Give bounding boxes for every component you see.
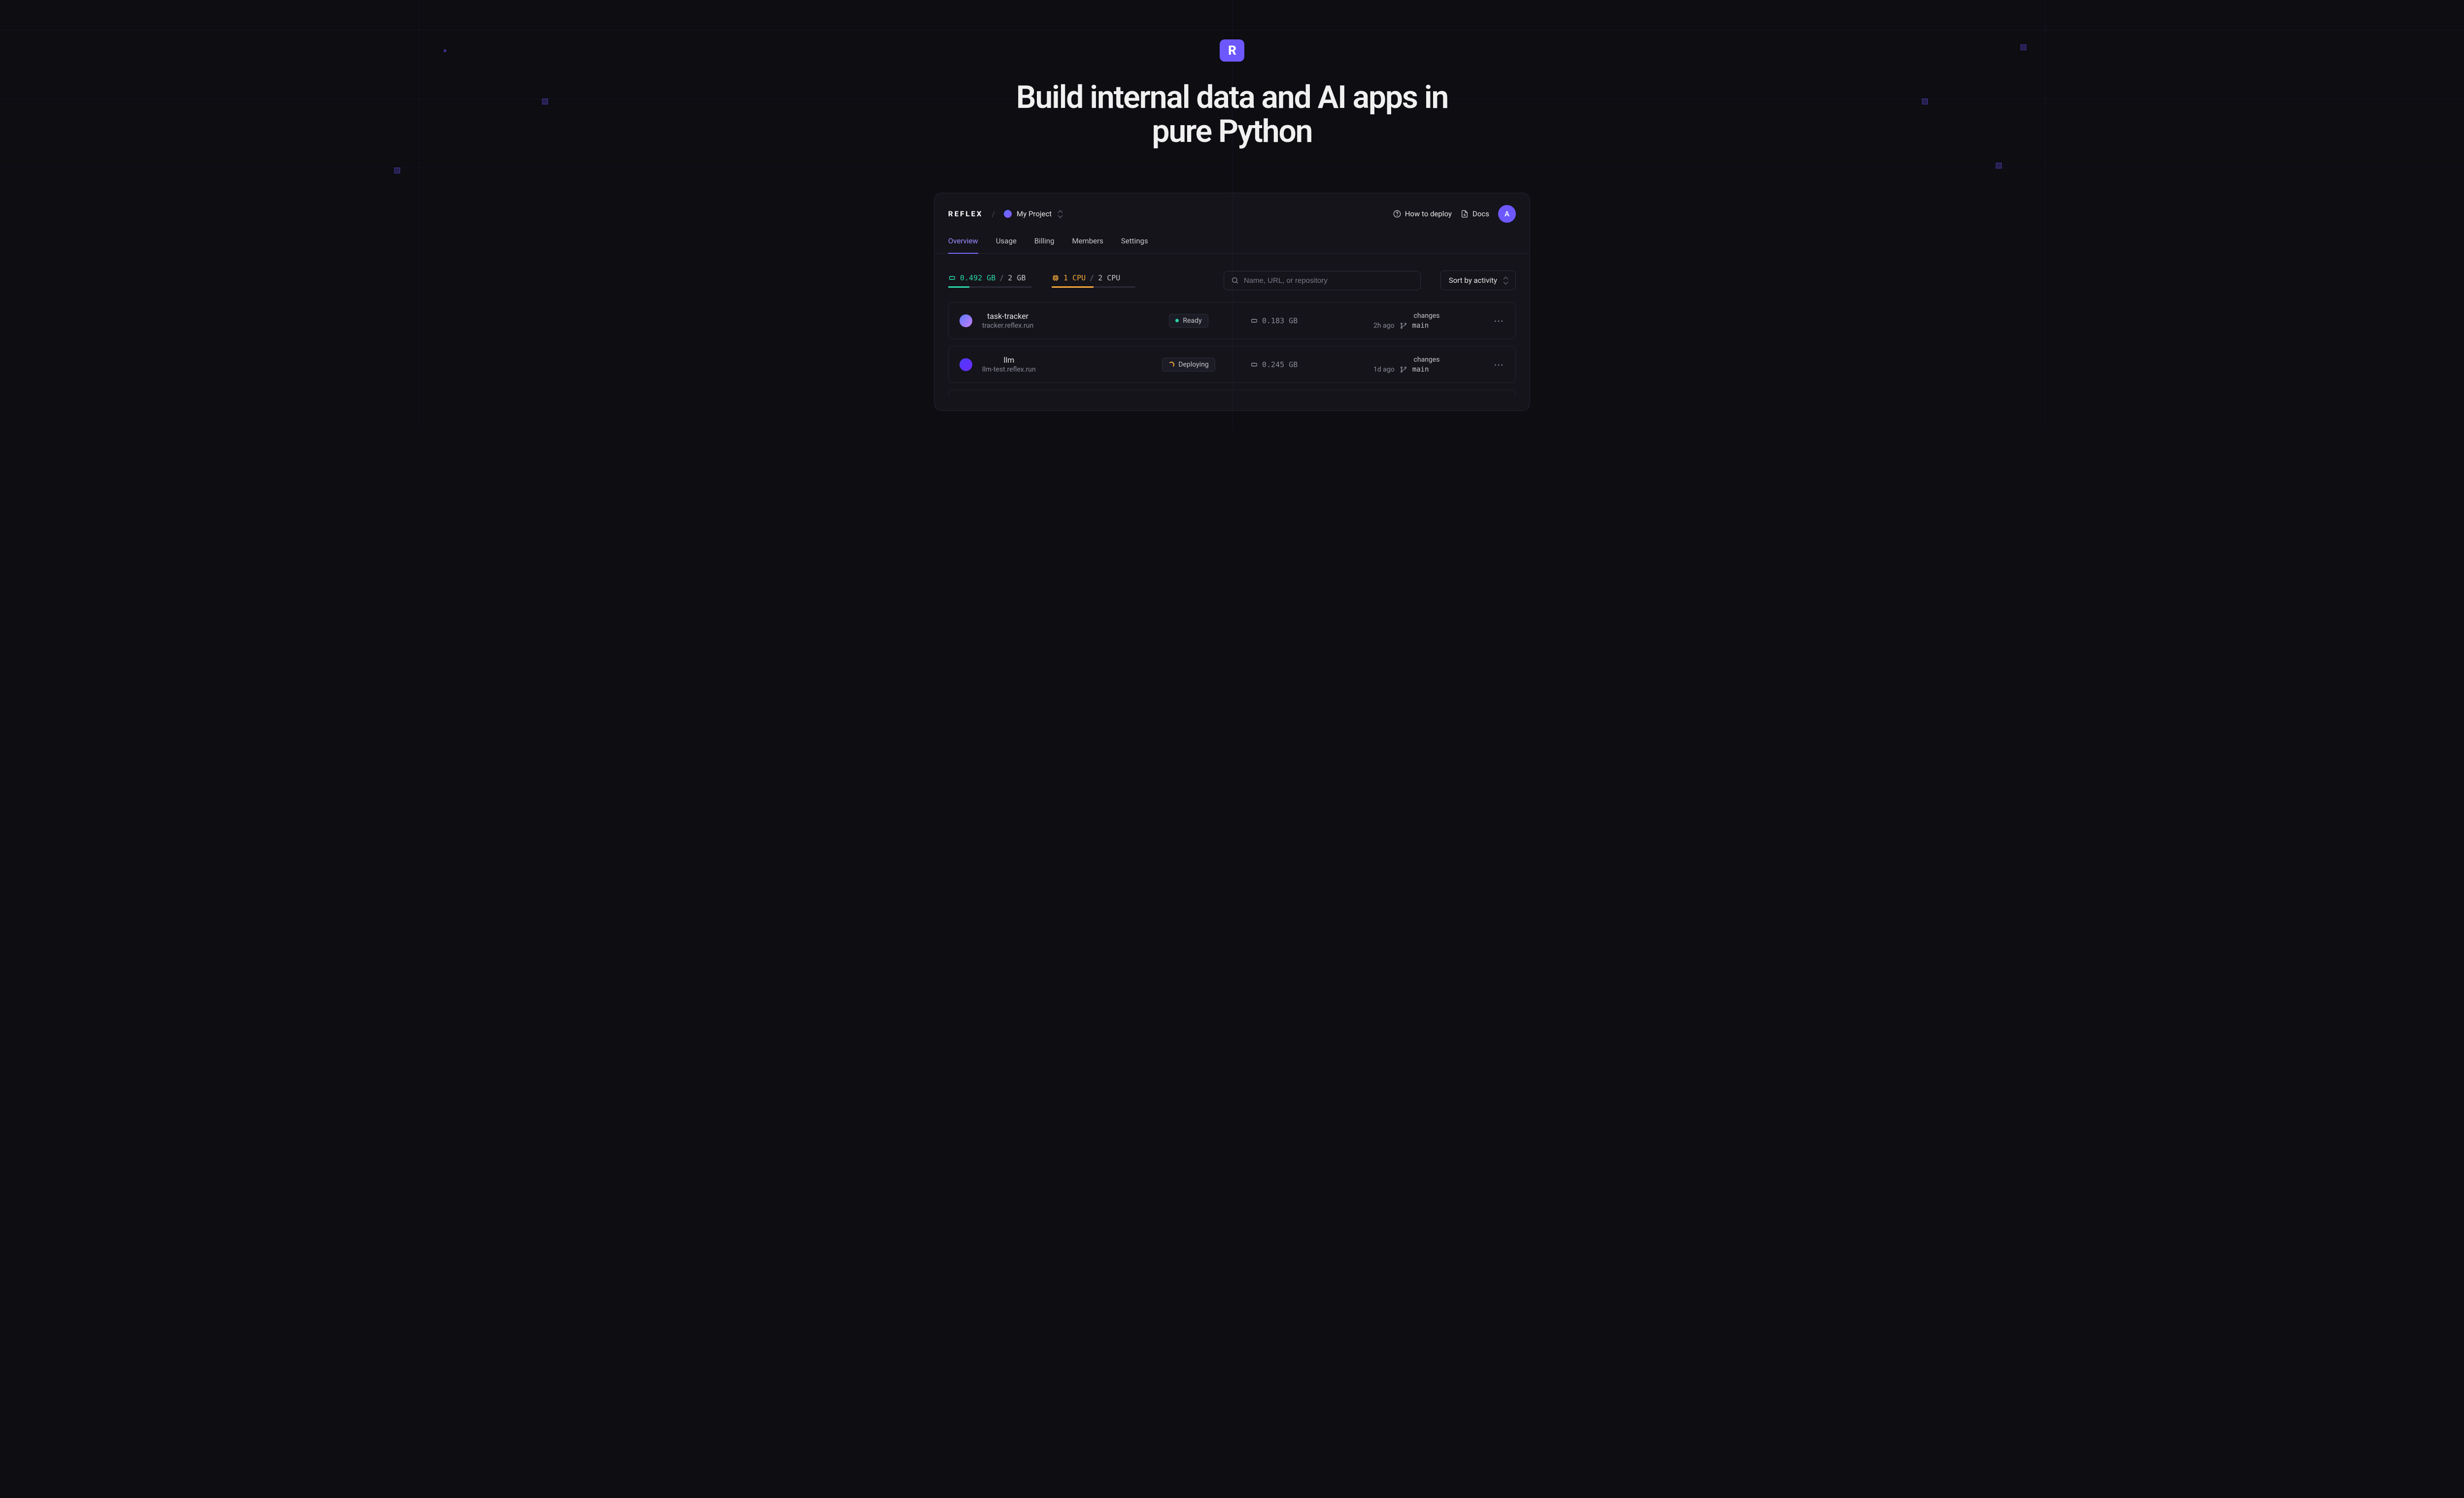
deploy-time: 2h ago (1373, 322, 1395, 330)
tab-settings[interactable]: Settings (1121, 232, 1148, 253)
deploy-info: changes 1d ago main (1373, 356, 1480, 374)
hero-section: R Build internal data and AI apps in pur… (0, 0, 2464, 431)
branch-name: main (1412, 366, 1429, 374)
tabs: Overview Usage Billing Members Settings (934, 232, 1530, 254)
toolbar: 0.492 GB / 2 GB 1 CPU / 2 CPU (934, 254, 1530, 302)
git-branch-icon (1400, 322, 1407, 330)
status-label: Ready (1183, 317, 1201, 325)
usage-separator: / (1090, 273, 1094, 282)
docs-link[interactable]: Docs (1461, 209, 1489, 218)
project-list: task-tracker tracker.reflex.run Ready 0.… (934, 302, 1530, 410)
tab-usage[interactable]: Usage (996, 232, 1017, 253)
project-color-dot (959, 358, 972, 371)
help-circle-icon (1393, 210, 1401, 218)
chevron-up-down-icon (1059, 211, 1062, 217)
panel-header: REFLEX / My Project How to deploy Docs A (934, 193, 1530, 232)
breadcrumb-separator: / (992, 209, 995, 219)
memory-usage: 0.492 GB / 2 GB (948, 273, 1032, 288)
chevron-up-down-icon (1504, 277, 1507, 284)
memory-total: 2 GB (1008, 273, 1026, 282)
deploy-info: changes 2h ago main (1373, 312, 1480, 330)
tab-members[interactable]: Members (1072, 232, 1103, 253)
tab-billing[interactable]: Billing (1034, 232, 1055, 253)
deploy-time: 1d ago (1373, 366, 1395, 374)
memory-icon (1250, 317, 1258, 325)
memory-icon (948, 274, 956, 282)
project-name: task-tracker (982, 311, 1033, 321)
search-icon (1231, 276, 1239, 284)
tab-overview[interactable]: Overview (948, 232, 978, 253)
project-selector[interactable]: My Project (1004, 209, 1062, 218)
docs-label: Docs (1472, 209, 1489, 218)
document-icon (1461, 210, 1469, 218)
spinner-icon (1168, 362, 1174, 368)
project-name: My Project (1017, 209, 1052, 218)
brand-wordmark: REFLEX (948, 209, 983, 218)
project-memory: 0.245 GB (1250, 360, 1373, 369)
cpu-total: 2 CPU (1098, 273, 1120, 282)
status-badge: Ready (1169, 314, 1208, 328)
memory-bar (948, 286, 1032, 288)
memory-icon (1250, 361, 1258, 369)
sort-label: Sort by activity (1449, 276, 1497, 285)
project-color-dot (1004, 210, 1012, 218)
project-card-placeholder (948, 390, 1516, 397)
git-branch-icon (1400, 366, 1407, 374)
avatar[interactable]: A (1498, 205, 1516, 223)
project-name: llm (982, 355, 1036, 365)
usage-separator: / (999, 273, 1004, 282)
more-actions-button[interactable]: ⋯ (1480, 315, 1505, 327)
deploy-label: changes (1373, 312, 1480, 320)
branch-name: main (1412, 322, 1429, 330)
project-color-dot (959, 314, 972, 327)
cpu-usage: 1 CPU / 2 CPU (1052, 273, 1135, 288)
status-badge: Deploying (1162, 358, 1215, 372)
tagline: Build internal data and AI apps in pure … (1010, 80, 1454, 148)
how-to-deploy-label: How to deploy (1405, 209, 1452, 218)
project-card[interactable]: llm llm-test.reflex.run Deploying 0.245 … (948, 346, 1516, 383)
more-actions-button[interactable]: ⋯ (1480, 359, 1505, 371)
project-url: tracker.reflex.run (982, 322, 1033, 330)
cpu-bar (1052, 286, 1135, 288)
memory-used: 0.492 GB (960, 273, 995, 282)
cpu-icon (1052, 274, 1060, 282)
search-input[interactable] (1244, 276, 1413, 285)
project-card[interactable]: task-tracker tracker.reflex.run Ready 0.… (948, 302, 1516, 339)
status-label: Deploying (1178, 361, 1208, 369)
search-input-wrapper[interactable] (1224, 271, 1421, 290)
logo-tile: R (1220, 39, 1244, 62)
deploy-label: changes (1373, 356, 1480, 364)
logo-letter: R (1228, 43, 1236, 58)
how-to-deploy-link[interactable]: How to deploy (1393, 209, 1452, 218)
sort-button[interactable]: Sort by activity (1440, 271, 1516, 290)
project-memory: 0.183 GB (1250, 316, 1373, 325)
status-dot-icon (1175, 319, 1179, 322)
project-url: llm-test.reflex.run (982, 366, 1036, 374)
cpu-used: 1 CPU (1063, 273, 1086, 282)
dashboard-panel: REFLEX / My Project How to deploy Docs A… (934, 193, 1530, 411)
